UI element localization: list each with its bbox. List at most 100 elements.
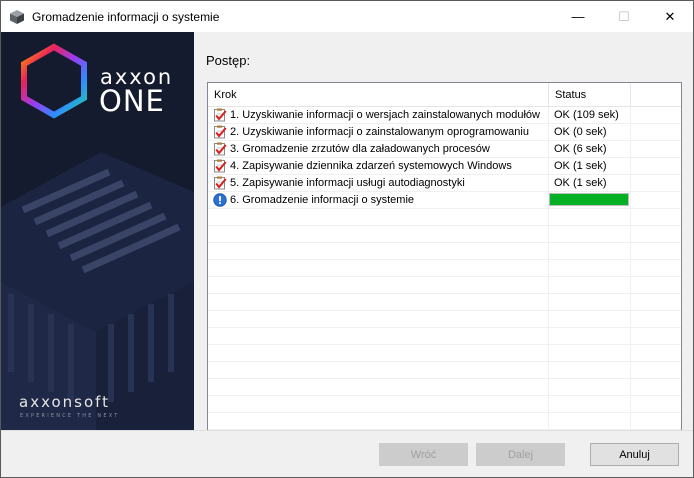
step-label: 3. Gromadzenie zrzutów dla załadowanych … bbox=[230, 143, 490, 155]
empty-cell bbox=[549, 328, 631, 344]
list-item[interactable]: 1. Uzyskiwanie informacji o wersjach zai… bbox=[208, 107, 681, 124]
minimize-button[interactable]: — bbox=[555, 1, 601, 32]
empty-cell bbox=[208, 277, 549, 293]
list-item[interactable]: 6. Gromadzenie informacji o systemie bbox=[208, 192, 681, 209]
empty-row bbox=[208, 243, 681, 260]
list-item[interactable]: 5. Zapisywanie informacji usługi autodia… bbox=[208, 175, 681, 192]
empty-row bbox=[208, 260, 681, 277]
step-label: 5. Zapisywanie informacji usługi autodia… bbox=[230, 177, 465, 189]
status-label: OK (1 sek) bbox=[554, 177, 607, 189]
empty-cell bbox=[549, 209, 631, 225]
empty-cell bbox=[549, 396, 631, 412]
empty-cell bbox=[208, 379, 549, 395]
empty-cell bbox=[549, 311, 631, 327]
empty-cell bbox=[549, 413, 631, 429]
empty-row bbox=[208, 379, 681, 396]
step-cell: 6. Gromadzenie informacji o systemie bbox=[208, 192, 549, 208]
empty-cell bbox=[208, 260, 549, 276]
list-item[interactable]: 3. Gromadzenie zrzutów dla załadowanych … bbox=[208, 141, 681, 158]
next-button: Dalej bbox=[476, 443, 565, 466]
empty-cell bbox=[208, 345, 549, 361]
status-cell: OK (1 sek) bbox=[549, 175, 631, 191]
progress-fill bbox=[550, 194, 628, 205]
step-cell: 5. Zapisywanie informacji usługi autodia… bbox=[208, 175, 549, 191]
empty-row bbox=[208, 294, 681, 311]
status-label: OK (109 sek) bbox=[554, 109, 619, 121]
empty-cell bbox=[549, 243, 631, 259]
empty-row bbox=[208, 328, 681, 345]
status-cell: OK (0 sek) bbox=[549, 124, 631, 140]
checklist-icon bbox=[214, 176, 227, 190]
window-title: Gromadzenie informacji o systemie bbox=[32, 9, 220, 24]
progress-heading: Postęp: bbox=[206, 53, 251, 68]
empty-row bbox=[208, 209, 681, 226]
title-bar[interactable]: Gromadzenie informacji o systemie — ☐ ✕ bbox=[1, 1, 693, 32]
column-header-step[interactable]: Krok bbox=[208, 83, 549, 107]
step-cell: 1. Uzyskiwanie informacji o wersjach zai… bbox=[208, 107, 549, 123]
empty-cell bbox=[208, 311, 549, 327]
status-label: OK (0 sek) bbox=[554, 126, 607, 138]
empty-cell bbox=[208, 362, 549, 378]
list-body: 1. Uzyskiwanie informacji o wersjach zai… bbox=[208, 107, 681, 430]
empty-row bbox=[208, 413, 681, 430]
empty-cell bbox=[549, 379, 631, 395]
close-button[interactable]: ✕ bbox=[647, 1, 693, 32]
step-cell: 3. Gromadzenie zrzutów dla załadowanych … bbox=[208, 141, 549, 157]
list-item[interactable]: 2. Uzyskiwanie informacji o zainstalowan… bbox=[208, 124, 681, 141]
step-label: 6. Gromadzenie informacji o systemie bbox=[230, 194, 415, 206]
checklist-icon bbox=[214, 108, 227, 122]
empty-row bbox=[208, 277, 681, 294]
empty-cell bbox=[208, 328, 549, 344]
status-label: OK (1 sek) bbox=[554, 160, 607, 172]
empty-cell bbox=[208, 294, 549, 310]
status-cell: OK (6 sek) bbox=[549, 141, 631, 157]
step-cell: 2. Uzyskiwanie informacji o zainstalowan… bbox=[208, 124, 549, 140]
step-label: 1. Uzyskiwanie informacji o wersjach zai… bbox=[230, 109, 540, 121]
empty-cell bbox=[208, 413, 549, 429]
empty-cell bbox=[549, 260, 631, 276]
checklist-icon bbox=[214, 125, 227, 139]
empty-row bbox=[208, 396, 681, 413]
axxon-hexagon-logo bbox=[21, 43, 87, 119]
logo-text-one: ONE bbox=[99, 84, 165, 118]
step-cell: 4. Zapisywanie dziennika zdarzeń systemo… bbox=[208, 158, 549, 174]
empty-row bbox=[208, 345, 681, 362]
button-bar: Wróć Dalej Anuluj bbox=[1, 430, 693, 477]
company-tagline: EXPERIENCE THE NEXT bbox=[20, 413, 120, 419]
step-progress-bar bbox=[549, 193, 629, 206]
cancel-button[interactable]: Anuluj bbox=[590, 443, 679, 466]
empty-row bbox=[208, 226, 681, 243]
empty-cell bbox=[549, 294, 631, 310]
dialog-window: Gromadzenie informacji o systemie — ☐ ✕ bbox=[0, 0, 694, 478]
back-button: Wróć bbox=[379, 443, 468, 466]
empty-cell bbox=[208, 243, 549, 259]
step-label: 4. Zapisywanie dziennika zdarzeń systemo… bbox=[230, 160, 512, 172]
status-label: OK (6 sek) bbox=[554, 143, 607, 155]
side-banner: axxon ONE axxonsoft EXPERIENCE THE NEXT bbox=[1, 32, 194, 430]
app-icon bbox=[10, 9, 24, 24]
status-cell: OK (109 sek) bbox=[549, 107, 631, 123]
empty-cell bbox=[549, 277, 631, 293]
status-cell: OK (1 sek) bbox=[549, 158, 631, 174]
empty-row bbox=[208, 311, 681, 328]
company-logo: axxonsoft bbox=[19, 393, 111, 411]
main-content: Postęp: Krok Status 1. Uzyskiwanie infor… bbox=[194, 32, 693, 453]
info-icon bbox=[213, 193, 227, 207]
empty-cell bbox=[549, 345, 631, 361]
column-header-status[interactable]: Status bbox=[549, 83, 631, 107]
maximize-button: ☐ bbox=[618, 8, 630, 24]
empty-cell bbox=[549, 226, 631, 242]
checklist-icon bbox=[214, 142, 227, 156]
banner-artwork bbox=[1, 43, 194, 430]
window-controls: — ☐ ✕ bbox=[555, 1, 693, 32]
empty-cell bbox=[549, 362, 631, 378]
empty-cell bbox=[208, 396, 549, 412]
list-header: Krok Status bbox=[208, 83, 681, 107]
list-item[interactable]: 4. Zapisywanie dziennika zdarzeń systemo… bbox=[208, 158, 681, 175]
step-label: 2. Uzyskiwanie informacji o zainstalowan… bbox=[230, 126, 529, 138]
empty-row bbox=[208, 362, 681, 379]
empty-cell bbox=[208, 209, 549, 225]
empty-cell bbox=[208, 226, 549, 242]
status-cell bbox=[549, 192, 631, 208]
steps-list[interactable]: Krok Status 1. Uzyskiwanie informacji o … bbox=[207, 82, 682, 453]
